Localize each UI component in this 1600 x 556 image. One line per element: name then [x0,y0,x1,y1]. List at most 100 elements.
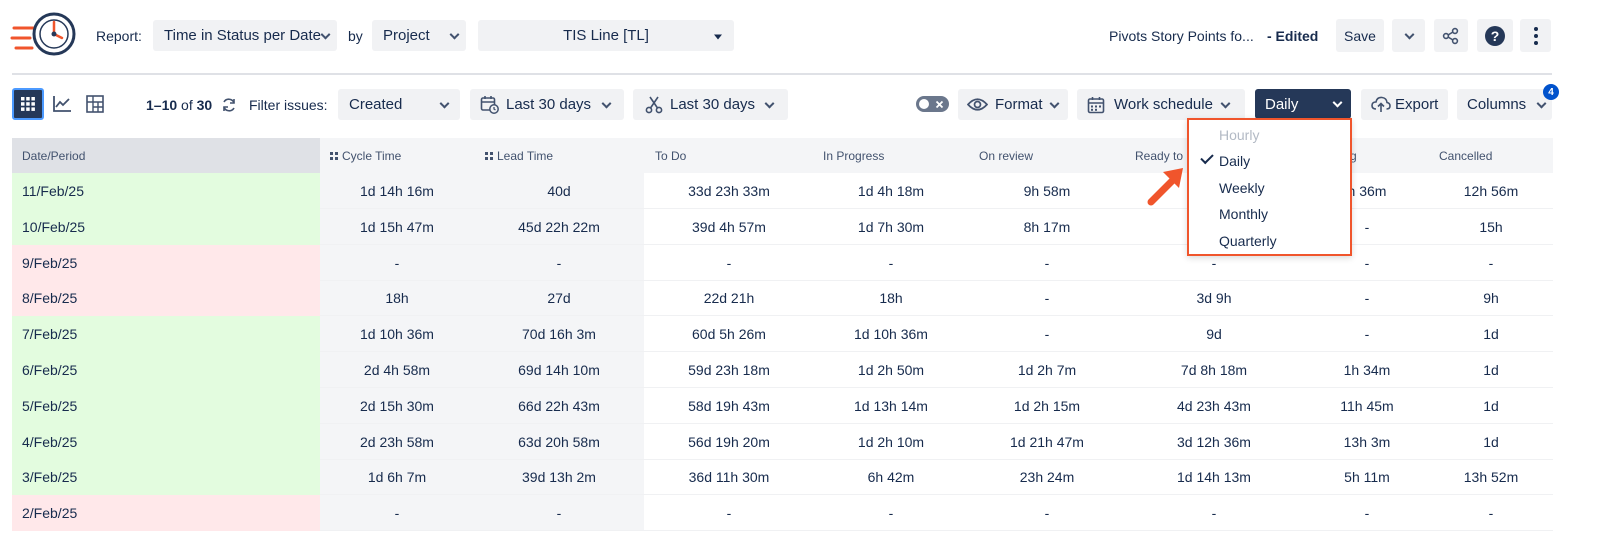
cloud-upload-icon [1371,96,1391,112]
chevron-down-icon [1404,29,1415,40]
value-cell: 27d [547,290,571,307]
group-by-select[interactable]: Project [372,20,466,51]
drag-handle-icon [485,151,493,160]
value-cell: 23h 24m [1019,469,1075,486]
line-chart-icon [53,96,71,112]
date-range-1-value: Last 30 days [506,96,592,113]
menu-item-daily[interactable]: Daily [1219,153,1250,169]
menu-item-monthly[interactable]: Monthly [1219,206,1268,222]
column-header-date[interactable]: Date/Period [22,138,85,173]
column-header-on-review[interactable]: On review [979,138,1033,173]
project-select[interactable]: TIS Line [TL] [478,20,734,51]
value-cell: 59d 23h 18m [688,362,770,378]
menu-item-quarterly[interactable]: Quarterly [1219,233,1277,249]
column-header-label: Lead Time [497,148,554,163]
value-cell: - [394,505,400,522]
more-options-button[interactable] [1520,19,1551,52]
value-cell: - [1488,505,1494,522]
work-schedule-button[interactable]: Work schedule [1077,89,1245,120]
help-button[interactable]: ? [1477,19,1513,52]
value-cell: 22d 21h [703,290,755,307]
table-row: 3/Feb/25 1d 6h 7m 39d 13h 2m 36d 11h 30m 6h … [12,459,1553,496]
table-row: 8/Feb/25 18h 27d 22d 21h 18h -3d 9h -9h [12,280,1553,317]
export-button[interactable]: Export [1361,89,1448,120]
value-cell: - [556,505,562,522]
columns-button[interactable]: Columns [1457,89,1552,120]
report-type-value: Time in Status per Date [164,27,322,44]
value-cell: - [1044,290,1050,307]
date-range-filter-2[interactable]: Last 30 days [633,89,788,120]
chevron-down-icon [764,98,775,109]
chevron-down-icon [1332,97,1343,108]
share-button[interactable] [1434,19,1468,52]
period-select[interactable]: Daily [1255,89,1351,119]
column-header-to-do[interactable]: To Do [655,138,686,173]
report-label: Report: [96,28,142,44]
edited-status: - Edited [1267,28,1319,44]
date-range-filter-1[interactable]: Last 30 days [470,89,624,120]
resolved-scissor-icon [645,96,663,114]
value-cell: 1d 2h 10m [857,433,925,450]
value-cell: 1d 2h 15m [1013,397,1081,414]
chart-view-button[interactable] [46,88,78,120]
annotation-arrow-icon [1147,168,1183,206]
column-header-cycle-time[interactable]: Cycle Time [330,138,401,173]
value-cell: 58d 19h 43m [688,397,770,414]
value-cell: 1d 14h 16m [360,183,434,199]
chevron-down-icon [439,98,450,109]
value-cell: 9h 58m [1023,183,1071,199]
format-button[interactable]: Format [958,89,1068,120]
project-value: TIS Line [TL] [563,27,649,44]
chevron-down-icon [1220,98,1231,109]
value-cell: - [1488,254,1494,271]
value-cell: - [888,505,894,522]
save-button[interactable]: Save [1336,19,1384,52]
checkmark-icon [1200,150,1214,165]
pivot-table-icon [86,95,104,113]
table-row: 5/Feb/25 2d 15h 30m 66d 22h 43m 58d 19h 43m… [12,387,1553,424]
column-header-in-progress[interactable]: In Progress [823,138,884,173]
value-cell: - [888,254,894,271]
value-cell: 1d [1483,326,1499,343]
pivot-view-button[interactable] [79,88,111,120]
column-header-lead-time[interactable]: Lead Time [485,138,553,173]
date-cell: 4/Feb/25 [12,423,320,460]
date-range-2-value: Last 30 days [670,96,756,113]
date-cell: 6/Feb/25 [12,352,320,388]
close-icon [935,100,944,109]
period-value: Daily [1265,95,1299,113]
value-cell: - [1044,505,1050,522]
value-cell: 1d [1483,433,1499,450]
value-cell: 70d 16h 3m [522,326,596,343]
table-view-button[interactable] [12,88,44,120]
date-cell: 2/Feb/25 [12,495,320,532]
value-cell: 6h 42m [867,469,915,486]
export-label: Export [1395,96,1439,113]
value-cell: 15h [1479,218,1503,235]
pager-total: 30 [196,97,213,113]
save-options-button[interactable] [1392,19,1425,52]
value-cell: 60d 5h 26m [692,326,766,343]
value-cell: 13h 52m [1463,469,1519,486]
caret-down-icon [714,34,722,39]
value-cell: 3d 9h [1196,290,1232,307]
pagination-info: 1–10 of 30 [146,97,212,113]
value-cell: 39d 13h 2m [522,469,596,486]
column-header-cancelled[interactable]: Cancelled [1439,138,1492,173]
value-cell: 1d [1483,362,1499,378]
value-cell: 1d 7h 30m [857,218,925,235]
filter-field-select[interactable]: Created [338,89,460,120]
value-cell: 1d 4h 18m [857,183,925,199]
help-icon: ? [1485,25,1505,46]
date-cell: 5/Feb/25 [12,387,320,424]
refresh-icon[interactable] [221,97,237,113]
menu-item-hourly: Hourly [1219,127,1260,143]
value-cell: 18h [385,290,409,307]
value-cell: - [1044,254,1050,271]
report-type-select[interactable]: Time in Status per Date [153,20,337,51]
toggle-switch[interactable] [916,96,949,112]
date-cell: 8/Feb/25 [12,280,320,317]
menu-item-weekly[interactable]: Weekly [1219,180,1265,196]
value-cell: 1d 2h 50m [857,362,925,378]
value-cell: 2d 4h 58m [363,362,431,378]
